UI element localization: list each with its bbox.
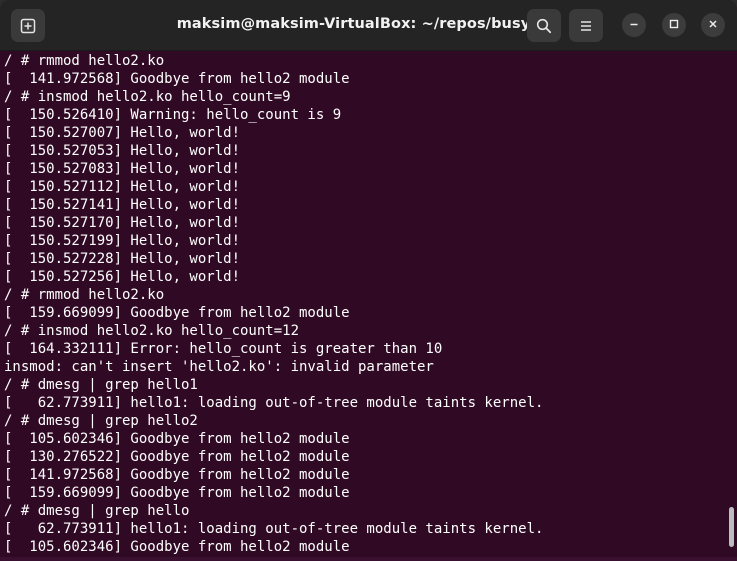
terminal-line: [ 164.332111] Error: hello_count is grea…	[4, 341, 443, 357]
terminal-line: [ 105.602346] Goodbye from hello2 module	[4, 431, 350, 447]
terminal-line: [ 150.527053] Hello, world!	[4, 143, 241, 159]
terminal-line: [ 150.527170] Hello, world!	[4, 215, 241, 231]
terminal-line: [ 62.773911] hello1: loading out-of-tree…	[4, 521, 544, 537]
terminal-line: / # insmod hello2.ko hello_count=9	[4, 89, 291, 105]
terminal-scrollbar[interactable]	[729, 507, 734, 547]
menu-button[interactable]	[569, 9, 603, 42]
close-button[interactable]	[701, 13, 725, 37]
terminal-line: [ 150.527083] Hello, world!	[4, 161, 241, 177]
terminal-line: / # dmesg | grep hello1	[4, 377, 198, 393]
terminal-line: [ 150.526410] Warning: hello_count is 9	[4, 107, 342, 123]
search-button[interactable]	[527, 9, 561, 42]
terminal-line: / # insmod hello2.ko hello_count=12	[4, 323, 300, 339]
minimize-button[interactable]	[622, 13, 646, 37]
terminal-line: [ 141.972568] Goodbye from hello2 module	[4, 467, 350, 483]
terminal-line: / # dmesg | grep hello	[4, 503, 190, 519]
terminal-line: / # dmesg | grep hello2	[4, 413, 198, 429]
title-bar[interactable]: maksim@maksim-VirtualBox: ~/repos/busybo…	[0, 0, 737, 51]
terminal-lines: / # rmmod hello2.ko [ 141.972568] Goodbye…	[4, 52, 543, 556]
terminal-line: [ 150.527112] Hello, world!	[4, 179, 241, 195]
terminal-line: insmod: can't insert 'hello2.ko': invali…	[4, 359, 434, 375]
new-tab-button[interactable]	[11, 9, 45, 42]
terminal-line: [ 150.527141] Hello, world!	[4, 197, 241, 213]
terminal-line: [ 159.669099] Goodbye from hello2 module	[4, 485, 350, 501]
terminal-line: [ 150.527007] Hello, world!	[4, 125, 241, 141]
new-tab-icon	[20, 18, 36, 34]
terminal-bottom-edge	[0, 557, 737, 561]
terminal-line: [ 105.602346] Goodbye from hello2 module	[4, 539, 350, 555]
terminal-line: [ 141.972568] Goodbye from hello2 module	[4, 71, 350, 87]
hamburger-menu-icon	[579, 19, 593, 33]
terminal-line: / # rmmod hello2.ko	[4, 287, 165, 303]
terminal-output[interactable]: / # rmmod hello2.ko [ 141.972568] Goodbye…	[0, 51, 737, 561]
maximize-icon	[669, 16, 679, 34]
terminal-line: [ 150.527228] Hello, world!	[4, 251, 241, 267]
terminal-line: [ 150.527199] Hello, world!	[4, 233, 241, 249]
terminal-line: [ 130.276522] Goodbye from hello2 module	[4, 449, 350, 465]
terminal-line: [ 62.773911] hello1: loading out-of-tree…	[4, 395, 544, 411]
terminal-line: [ 150.527256] Hello, world!	[4, 269, 241, 285]
maximize-button[interactable]	[662, 13, 686, 37]
terminal-line: / # rmmod hello2.ko	[4, 53, 165, 69]
minimize-icon	[629, 16, 639, 34]
search-icon	[536, 18, 552, 34]
close-icon	[708, 16, 718, 34]
terminal-line: [ 159.669099] Goodbye from hello2 module	[4, 305, 350, 321]
terminal-window: maksim@maksim-VirtualBox: ~/repos/busybo…	[0, 0, 737, 561]
